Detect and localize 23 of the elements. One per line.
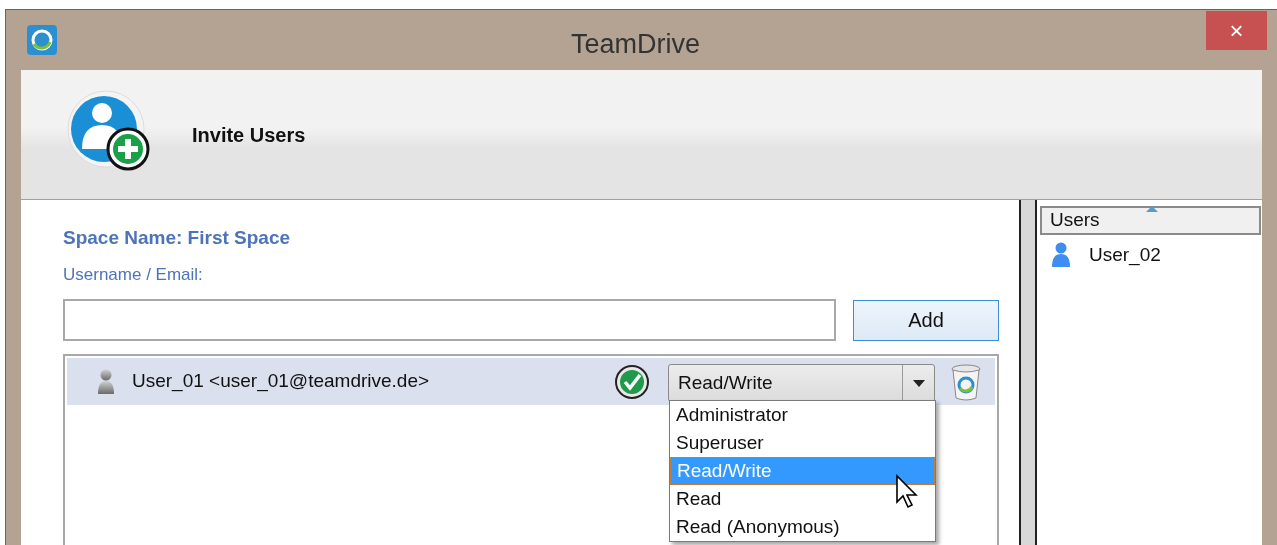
person-icon xyxy=(97,368,115,395)
role-option[interactable]: Read xyxy=(670,485,935,513)
username-field[interactable] xyxy=(63,299,837,341)
trash-icon[interactable] xyxy=(950,363,982,401)
role-option[interactable]: Administrator xyxy=(670,401,935,429)
invitee-label: User_01 <user_01@teamdrive.de> xyxy=(132,369,430,394)
field-label: Username / Email: xyxy=(63,263,204,286)
person-icon xyxy=(1051,242,1071,268)
add-button[interactable]: Add xyxy=(853,299,999,341)
role-option[interactable]: Superuser xyxy=(670,429,935,457)
user-item[interactable]: User_02 xyxy=(1089,240,1161,270)
mouse-cursor-icon xyxy=(895,474,921,510)
space-name: Space Name: First Space xyxy=(63,226,292,250)
header-title: Invite Users xyxy=(192,122,306,148)
window-title: TeamDrive xyxy=(571,28,701,61)
app-logo-icon xyxy=(26,24,58,56)
users-column-header[interactable]: Users xyxy=(1040,206,1261,235)
caret-icon xyxy=(912,379,925,387)
role-dropdown[interactable]: Read/Write xyxy=(668,364,935,402)
sort-up-icon xyxy=(1146,206,1158,212)
role-option[interactable]: Read (Anonymous) xyxy=(670,513,935,541)
close-button[interactable]: × xyxy=(1206,11,1267,50)
splitter[interactable] xyxy=(1019,200,1037,545)
